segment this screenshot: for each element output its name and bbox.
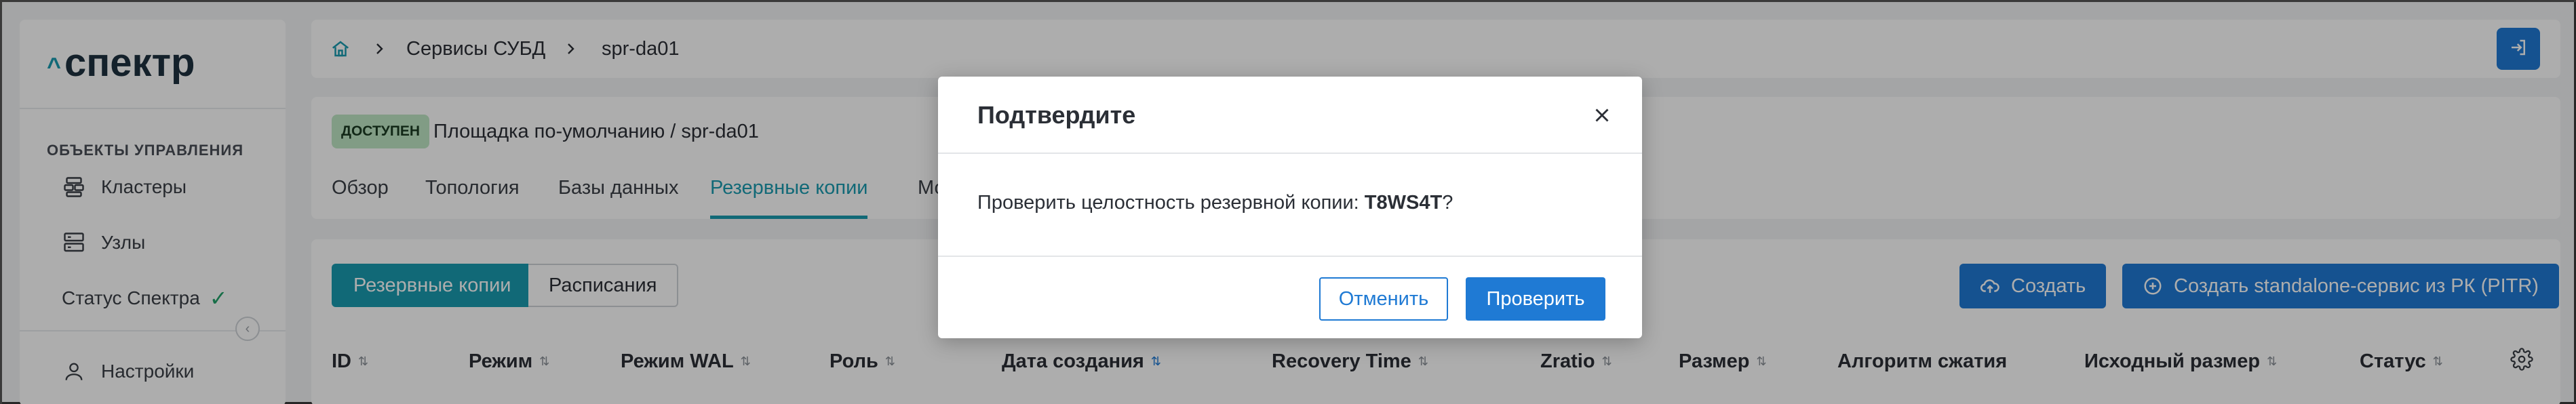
dialog-header: Подтвердите (938, 77, 1642, 154)
message-suffix: ? (1442, 192, 1453, 214)
message-prefix: Проверить целостность резервной копии: (977, 192, 1365, 214)
cancel-button[interactable]: Отменить (1319, 277, 1448, 321)
app-frame: ^ спектр ОБЪЕКТЫ УПРАВЛЕНИЯ Кластеры Узл… (0, 0, 2576, 404)
backup-id: T8WS4T (1364, 192, 1443, 214)
dialog-message: Проверить целостность резервной копии: T… (977, 192, 1453, 214)
confirm-dialog: Подтвердите Проверить целостность резерв… (938, 77, 1642, 338)
dialog-footer: Отменить Проверить (938, 256, 1642, 338)
dialog-title: Подтвердите (977, 101, 1136, 129)
confirm-button[interactable]: Проверить (1466, 277, 1605, 321)
close-icon[interactable] (1591, 104, 1614, 127)
